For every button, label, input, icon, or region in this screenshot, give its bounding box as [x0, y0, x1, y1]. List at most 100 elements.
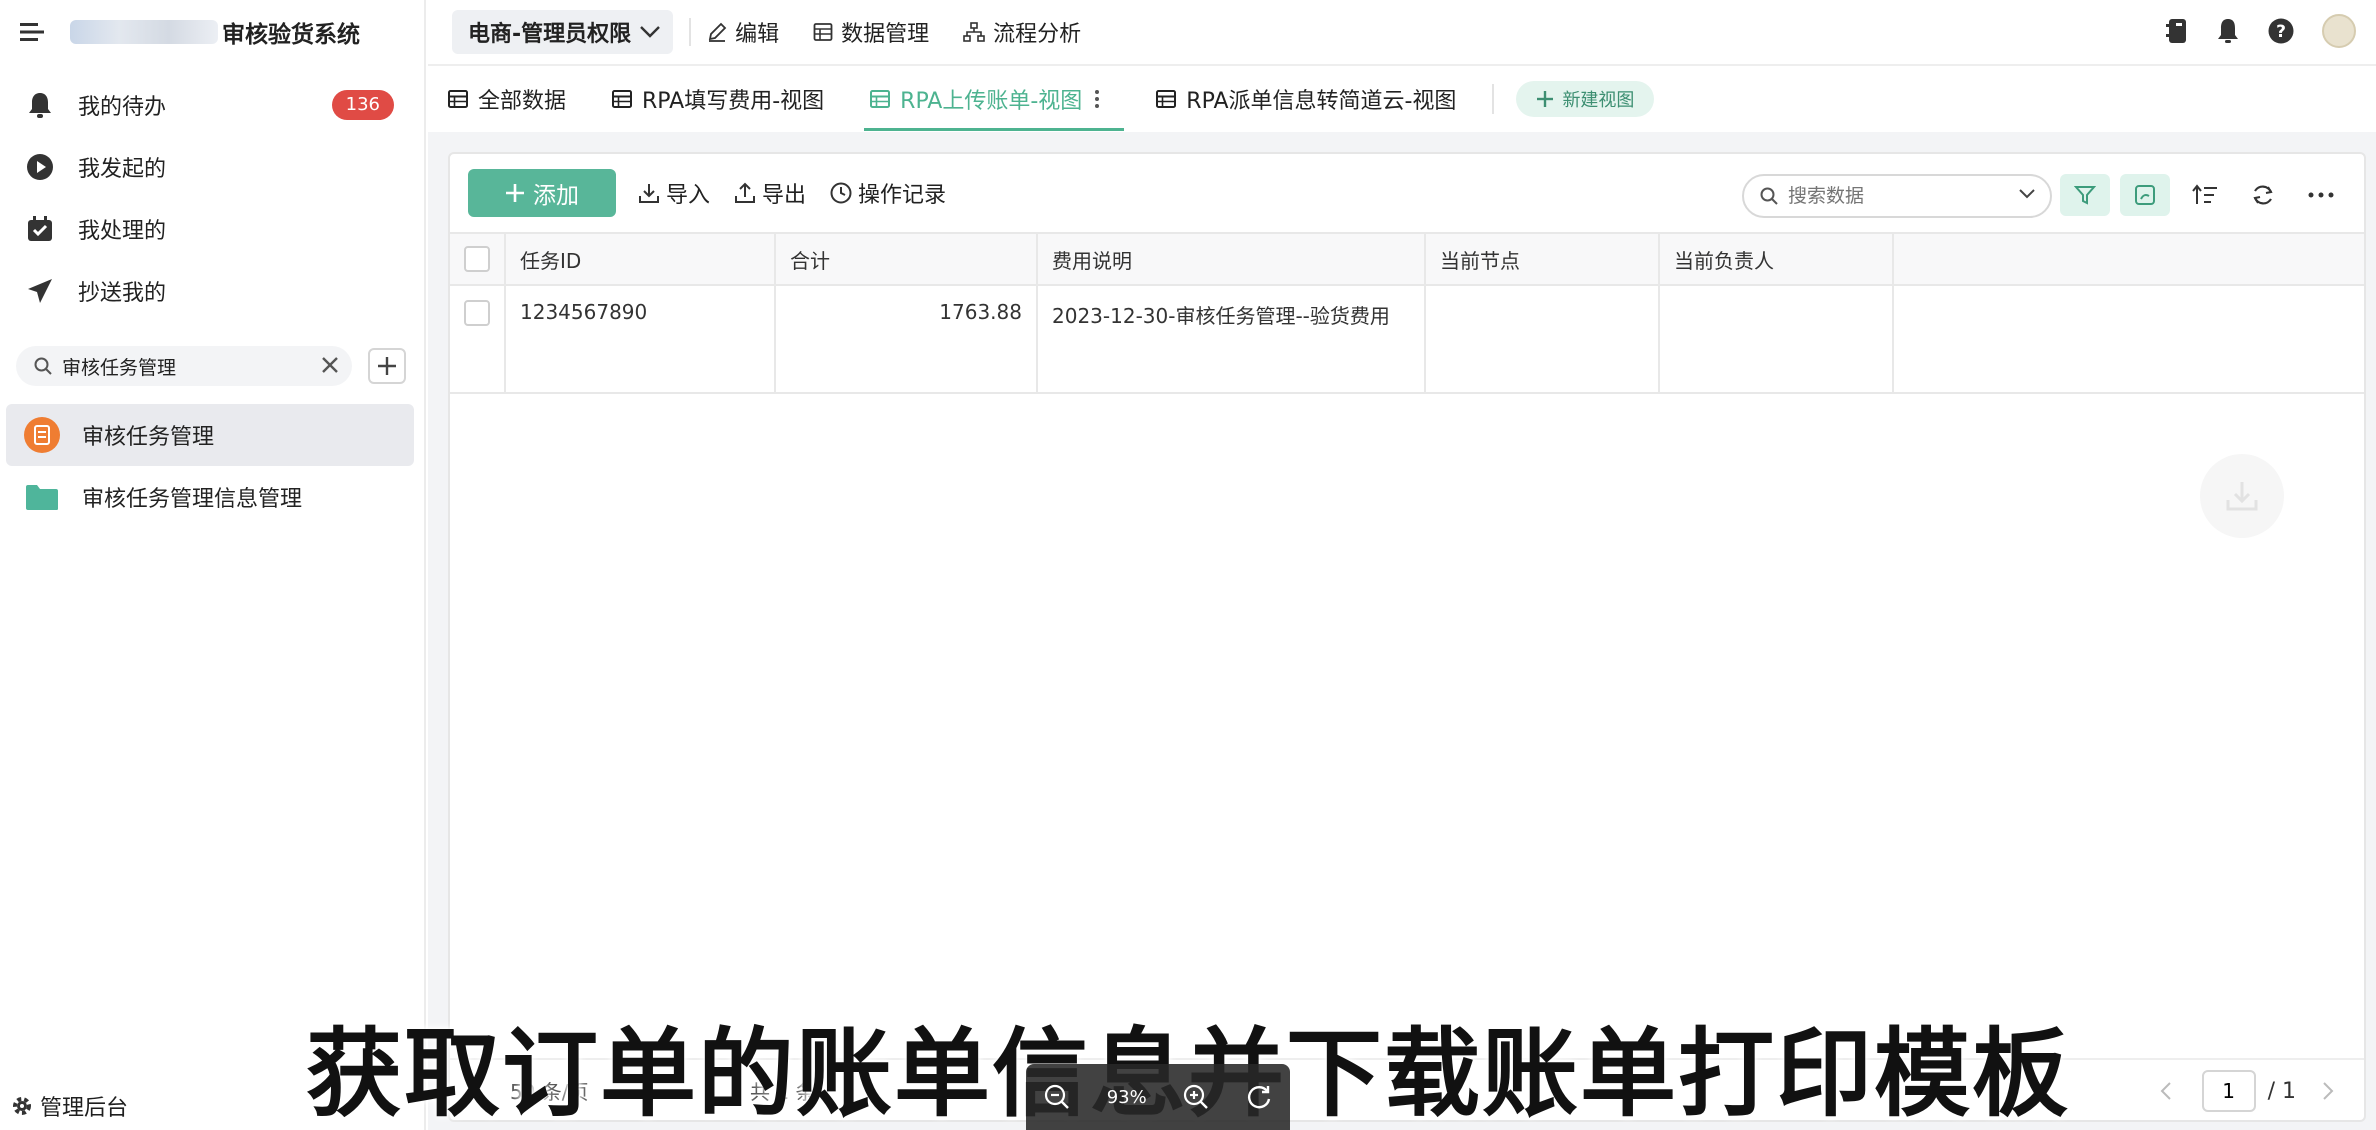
description-cell[interactable]: 2023-12-30-审核任务管理--验货费用	[1038, 286, 1426, 392]
row-checkbox-cell	[450, 286, 506, 392]
content-area: 添加 导入 导出 操作记录 搜索数据 任务ID 合计 费用说明 当前节点 当前负…	[428, 132, 2376, 1130]
divider	[689, 18, 692, 46]
folder-icon	[24, 479, 60, 515]
sort-button[interactable]	[2180, 174, 2230, 216]
nav-label: 抄送我的	[78, 281, 167, 306]
tree-label: 审核任务管理	[82, 425, 215, 450]
filter-icon	[2074, 184, 2096, 206]
app-title: 审核验货系统	[222, 22, 360, 48]
data-panel: 添加 导入 导出 操作记录 搜索数据 任务ID 合计 费用说明 当前节点 当前负…	[448, 152, 2366, 1122]
tree-item-audit-info[interactable]: 审核任务管理信息管理	[6, 466, 414, 528]
clock-icon	[830, 182, 852, 204]
refresh-button[interactable]	[2238, 174, 2288, 216]
current-node-cell[interactable]	[1426, 286, 1660, 392]
download-float-button[interactable]	[2200, 454, 2284, 538]
tab-rpa-fill-cost[interactable]: RPA填写费用-视图	[612, 67, 824, 131]
import-button[interactable]: 导入	[638, 177, 710, 209]
flow-icon	[963, 22, 985, 42]
new-view-button[interactable]: 新建视图	[1516, 81, 1655, 117]
todo-count-badge: 136	[331, 90, 394, 120]
nav-my-todo[interactable]: 我的待办 136	[0, 74, 426, 136]
column-header[interactable]: 合计	[776, 234, 1038, 284]
row-checkbox[interactable]	[464, 300, 490, 326]
zoom-in-icon[interactable]	[1183, 1084, 1209, 1110]
bell-icon	[24, 89, 56, 121]
help-icon[interactable]: ?	[2268, 18, 2294, 44]
menu-icon[interactable]	[18, 21, 48, 43]
calendar-check-icon	[24, 213, 56, 245]
edit-link[interactable]: 编辑	[707, 16, 779, 48]
tab-label: 全部数据	[478, 89, 567, 114]
data-search-input[interactable]	[1788, 185, 2008, 207]
nav-handled[interactable]: 我处理的	[0, 198, 426, 260]
zoom-out-icon[interactable]	[1044, 1084, 1070, 1110]
nav-label: 我处理的	[78, 219, 167, 244]
column-header[interactable]: 费用说明	[1038, 234, 1426, 284]
table-icon	[1156, 90, 1177, 108]
nav-cc[interactable]: 抄送我的	[0, 260, 426, 322]
row-filler	[1894, 286, 2364, 392]
app-header: 审核验货系统	[0, 0, 424, 64]
import-label: 导入	[666, 183, 711, 208]
table-icon	[813, 22, 833, 42]
edit-label: 编辑	[735, 22, 780, 47]
current-owner-cell[interactable]	[1660, 286, 1894, 392]
notebook-icon[interactable]	[2166, 18, 2188, 44]
sidebar-search-input[interactable]	[62, 355, 302, 377]
table-toolbar: 添加 导入 导出 操作记录	[450, 154, 2364, 232]
chevron-down-icon[interactable]	[2018, 188, 2036, 200]
table-icon	[870, 90, 891, 108]
nav-label: 我发起的	[78, 157, 167, 182]
filter-button[interactable]	[2060, 174, 2110, 216]
total-cell[interactable]: 1763.88	[776, 286, 1038, 392]
data-manage-label: 数据管理	[841, 22, 930, 47]
tree-item-audit-task[interactable]: 审核任务管理	[6, 404, 414, 466]
add-app-button[interactable]	[368, 348, 406, 384]
data-manage-link[interactable]: 数据管理	[813, 16, 929, 48]
table-header: 任务ID 合计 费用说明 当前节点 当前负责人	[450, 232, 2364, 286]
tab-all-data[interactable]: 全部数据	[448, 67, 566, 131]
chevron-down-icon	[639, 25, 661, 39]
app-orange-icon	[24, 417, 60, 453]
tab-rpa-upload-bill[interactable]: RPA上传账单-视图	[864, 67, 1125, 131]
column-header[interactable]: 当前节点	[1426, 234, 1660, 284]
table-icon	[448, 90, 468, 108]
zoom-controls: 93%	[1026, 1064, 1290, 1130]
avatar[interactable]	[2322, 14, 2356, 48]
search-icon	[34, 357, 52, 375]
add-button[interactable]: 添加	[468, 169, 616, 217]
tree-label: 审核任务管理信息管理	[82, 487, 303, 512]
operation-log-button[interactable]: 操作记录	[830, 177, 946, 209]
column-header[interactable]: 任务ID	[506, 234, 776, 284]
more-vertical-icon[interactable]	[1094, 89, 1100, 109]
blurred-logo	[70, 20, 218, 44]
more-button[interactable]	[2296, 174, 2346, 216]
more-horizontal-icon	[2308, 192, 2334, 198]
plus-icon	[1536, 90, 1554, 108]
clear-icon[interactable]	[320, 355, 340, 375]
role-select[interactable]: 电商-管理员权限	[452, 10, 674, 54]
operation-log-label: 操作记录	[858, 183, 947, 208]
add-label: 添加	[533, 183, 579, 209]
play-circle-icon	[24, 151, 56, 183]
download-icon	[2224, 478, 2260, 514]
data-table: 任务ID 合计 费用说明 当前节点 当前负责人 1234567890 1763.…	[450, 232, 2364, 394]
flow-analysis-link[interactable]: 流程分析	[963, 16, 1081, 48]
tab-rpa-dispatch[interactable]: RPA派单信息转简道云-视图	[1156, 67, 1456, 131]
notification-bell-icon[interactable]	[2216, 18, 2240, 44]
tab-label: RPA上传账单-视图	[900, 89, 1083, 114]
nav-initiated[interactable]: 我发起的	[0, 136, 426, 198]
header-filler	[1894, 234, 2364, 284]
send-icon	[24, 275, 56, 307]
sticky-note-button[interactable]	[2120, 174, 2170, 216]
export-button[interactable]: 导出	[734, 177, 806, 209]
pencil-icon	[707, 22, 727, 42]
divider	[1492, 84, 1495, 114]
column-header[interactable]: 当前负责人	[1660, 234, 1894, 284]
task-id-cell[interactable]: 1234567890	[506, 286, 776, 392]
table-row[interactable]: 1234567890 1763.88 2023-12-30-审核任务管理--验货…	[450, 286, 2364, 394]
sidebar-search	[16, 346, 352, 386]
rotate-icon[interactable]	[1246, 1084, 1272, 1110]
table-icon	[612, 90, 633, 108]
select-all-checkbox[interactable]	[464, 246, 490, 272]
